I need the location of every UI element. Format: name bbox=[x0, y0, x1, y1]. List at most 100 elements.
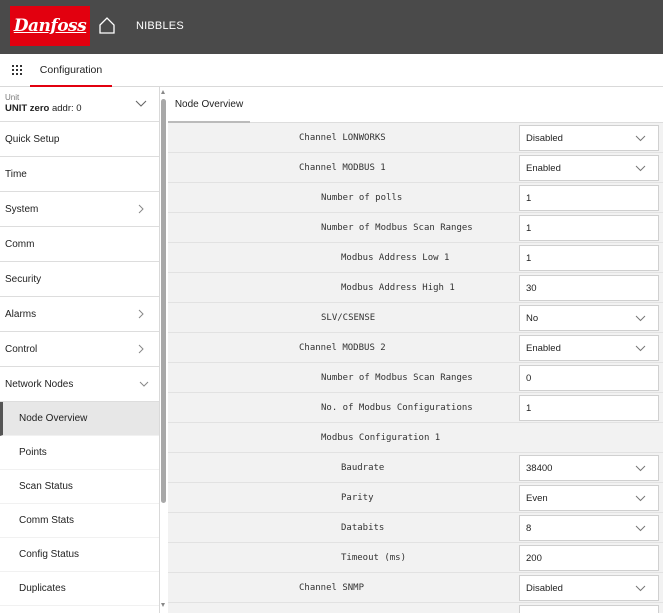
setting-value: 1 bbox=[526, 402, 532, 414]
chevron-down-icon bbox=[635, 585, 646, 592]
sidebar-item-time[interactable]: Time bbox=[0, 157, 159, 192]
setting-value: Enabled bbox=[526, 342, 561, 354]
sidebar-scrollbar-thumb[interactable] bbox=[161, 99, 166, 503]
scroll-up-arrow-icon[interactable] bbox=[161, 90, 165, 94]
sidebar-subitem-duplicates[interactable]: Duplicates bbox=[0, 572, 159, 606]
setting-label: Baudrate bbox=[341, 463, 385, 473]
setting-label: Channel LONWORKS bbox=[299, 133, 386, 143]
setting-label: Modbus Configuration 1 bbox=[321, 433, 441, 443]
setting-dropdown[interactable]: Enabled bbox=[519, 155, 659, 181]
main-tab-bar: Node Overview bbox=[168, 87, 663, 123]
chevron-down-icon bbox=[635, 165, 646, 172]
setting-label: Channel AK-IP / PI-200 bbox=[299, 603, 418, 613]
config-bar: Configuration bbox=[0, 54, 663, 87]
setting-label: Modbus Address Low 1 bbox=[341, 253, 450, 263]
setting-label: No. of Modbus Configurations bbox=[321, 403, 473, 413]
setting-input[interactable]: 30 bbox=[519, 275, 659, 301]
setting-label: Number of Modbus Scan Ranges bbox=[321, 373, 473, 383]
main-panel: Node Overview Channel LONWORKS Disabled Ch… bbox=[168, 87, 663, 613]
setting-value: Disabled bbox=[526, 582, 563, 594]
chevron-down-icon bbox=[635, 465, 646, 472]
chevron-down-icon bbox=[635, 525, 646, 532]
sidebar-item-label: System bbox=[5, 203, 39, 215]
setting-label: Number of Modbus Scan Ranges bbox=[321, 223, 473, 233]
setting-row: Channel MODBUS 2 Enabled bbox=[168, 333, 663, 363]
setting-row: Modbus Address Low 1 1 bbox=[168, 243, 663, 273]
setting-row: Channel AK-IP / PI-200 Disabled bbox=[168, 603, 663, 613]
sidebar-item-system[interactable]: System bbox=[0, 192, 159, 227]
setting-value: 200 bbox=[526, 552, 542, 564]
setting-value: Disabled bbox=[526, 132, 563, 144]
setting-row: Number of Modbus Scan Ranges 0 bbox=[168, 363, 663, 393]
sidebar-subitem-points[interactable]: Points bbox=[0, 436, 159, 470]
setting-label: Number of polls bbox=[321, 193, 403, 203]
sidebar-item-label: Quick Setup bbox=[5, 133, 60, 145]
setting-input[interactable]: 0 bbox=[519, 365, 659, 391]
sidebar-subitem-scan-status[interactable]: Scan Status bbox=[0, 470, 159, 504]
setting-value: 1 bbox=[526, 192, 532, 204]
sidebar-item-label: Alarms bbox=[5, 308, 37, 320]
danfoss-logo[interactable]: Danfoss bbox=[10, 6, 90, 46]
setting-input[interactable]: 1 bbox=[519, 245, 659, 271]
setting-dropdown[interactable]: Disabled bbox=[519, 605, 659, 613]
chevron-down-icon bbox=[139, 381, 149, 387]
sidebar-subitem-node-overview[interactable]: Node Overview bbox=[0, 402, 159, 436]
setting-dropdown[interactable]: 8 bbox=[519, 515, 659, 541]
setting-label: Channel MODBUS 2 bbox=[299, 343, 386, 353]
chevron-down-icon bbox=[635, 345, 646, 352]
setting-row: SLV/CSENSE No bbox=[168, 303, 663, 333]
setting-label: SLV/CSENSE bbox=[321, 313, 376, 323]
unit-name: UNIT zero bbox=[5, 103, 50, 114]
setting-row: Timeout (ms) 200 bbox=[168, 543, 663, 573]
setting-value: No bbox=[526, 312, 539, 324]
setting-label: Channel MODBUS 1 bbox=[299, 163, 386, 173]
sidebar-item-label: Comm bbox=[5, 238, 35, 250]
setting-dropdown[interactable]: No bbox=[519, 305, 659, 331]
unit-selector[interactable]: Unit UNIT zero addr: 0 bbox=[0, 87, 159, 122]
setting-row: Channel MODBUS 1 Enabled bbox=[168, 153, 663, 183]
sidebar-item-network-nodes[interactable]: Network Nodes bbox=[0, 367, 159, 402]
sidebar: Unit UNIT zero addr: 0 Quick Setup Time Sy… bbox=[0, 87, 160, 613]
sidebar-item-alarms[interactable]: Alarms bbox=[0, 297, 159, 332]
chevron-down-icon bbox=[135, 100, 147, 107]
setting-input[interactable]: 1 bbox=[519, 185, 659, 211]
setting-row: Databits 8 bbox=[168, 513, 663, 543]
sidebar-item-control[interactable]: Control bbox=[0, 332, 159, 367]
setting-dropdown[interactable]: 38400 bbox=[519, 455, 659, 481]
setting-value: 0 bbox=[526, 372, 532, 384]
tab-node-overview[interactable]: Node Overview bbox=[168, 87, 250, 123]
home-icon[interactable] bbox=[96, 14, 118, 36]
setting-label: Parity bbox=[341, 493, 374, 503]
setting-dropdown[interactable]: Enabled bbox=[519, 335, 659, 361]
setting-value: 8 bbox=[526, 522, 532, 534]
setting-input[interactable]: 1 bbox=[519, 215, 659, 241]
setting-value: Even bbox=[526, 492, 548, 504]
app-title: NIBBLES bbox=[136, 20, 184, 32]
sidebar-subitem-config-status[interactable]: Config Status bbox=[0, 538, 159, 572]
setting-value: Enabled bbox=[526, 162, 561, 174]
setting-label: Databits bbox=[341, 523, 385, 533]
setting-dropdown[interactable]: Disabled bbox=[519, 125, 659, 151]
sidebar-item-security[interactable]: Security bbox=[0, 262, 159, 297]
setting-row: Channel SNMP Disabled bbox=[168, 573, 663, 603]
sidebar-item-label: Control bbox=[5, 343, 38, 355]
setting-dropdown[interactable]: Even bbox=[519, 485, 659, 511]
sidebar-item-comm[interactable]: Comm bbox=[0, 227, 159, 262]
logo-text: Danfoss bbox=[13, 16, 87, 36]
setting-input[interactable]: 1 bbox=[519, 395, 659, 421]
grid-menu-icon[interactable] bbox=[10, 63, 24, 77]
setting-value: 38400 bbox=[526, 462, 553, 474]
setting-dropdown[interactable]: Disabled bbox=[519, 575, 659, 601]
setting-row: Modbus Configuration 1 bbox=[168, 423, 663, 453]
setting-input[interactable]: 200 bbox=[519, 545, 659, 571]
sidebar-item-label: Time bbox=[5, 168, 27, 180]
sidebar-item-label: Network Nodes bbox=[5, 378, 74, 390]
chevron-right-icon bbox=[138, 344, 144, 354]
sidebar-item-quick-setup[interactable]: Quick Setup bbox=[0, 122, 159, 157]
sidebar-subitem-comm-stats[interactable]: Comm Stats bbox=[0, 504, 159, 538]
chevron-down-icon bbox=[635, 135, 646, 142]
scroll-down-arrow-icon[interactable] bbox=[161, 603, 165, 607]
top-bar: Danfoss NIBBLES bbox=[0, 0, 663, 54]
tab-configuration[interactable]: Configuration bbox=[30, 54, 112, 87]
setting-value: 1 bbox=[526, 252, 532, 264]
